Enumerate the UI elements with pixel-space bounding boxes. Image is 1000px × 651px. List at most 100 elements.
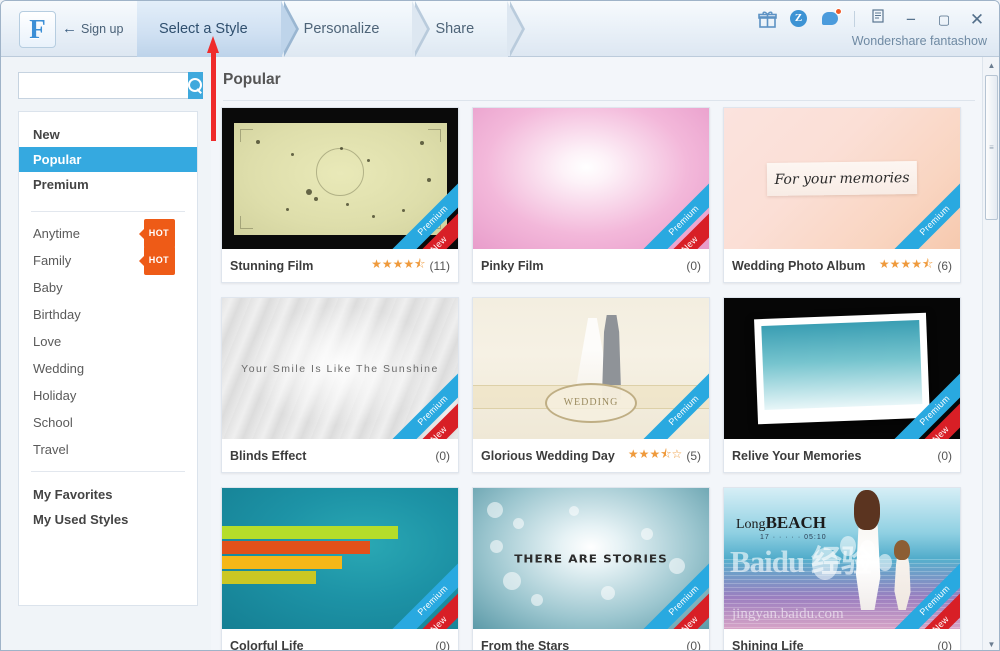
- logo-letter: F: [29, 14, 46, 44]
- sidebar-item-my-used-styles[interactable]: My Used Styles: [19, 507, 197, 532]
- step-label: Personalize: [303, 21, 380, 37]
- scroll-down-arrow-icon[interactable]: ▼: [983, 636, 999, 650]
- sidebar-item-label: My Favorites: [33, 487, 113, 502]
- close-button[interactable]: ✕: [967, 10, 987, 29]
- title-divider: [223, 100, 975, 101]
- style-card-relive-your-memories[interactable]: Premium New Relive Your Memories (0): [723, 297, 961, 473]
- titlebar-icon-cluster: Z − ▢ ✕: [758, 7, 987, 29]
- style-card-footer: Shining Life (0): [724, 629, 960, 651]
- style-name: Colorful Life: [230, 638, 304, 651]
- thumbnail-art-film: [233, 122, 447, 235]
- style-thumbnail: For your memories Premium: [724, 108, 960, 249]
- sidebar-item-my-favorites[interactable]: My Favorites: [19, 482, 197, 507]
- sign-up-button[interactable]: ← Sign up: [62, 21, 123, 36]
- style-card-blinds-effect[interactable]: Your Smile Is Like The Sunshine Premium …: [221, 297, 459, 473]
- style-card-pinky-film[interactable]: Premium New Pinky Film (0): [472, 107, 710, 283]
- sidebar-item-label: Love: [33, 334, 62, 349]
- style-rating: (0): [682, 259, 701, 273]
- star-rating-icon: ★★★★⯪: [878, 257, 934, 271]
- divider: [854, 11, 855, 27]
- style-thumbnail: Premium New: [222, 108, 458, 249]
- thumbnail-art-child-hair: [893, 540, 910, 560]
- maximize-button[interactable]: ▢: [934, 10, 954, 29]
- style-card-stunning-film[interactable]: Premium New Stunning Film ★★★★⯪ (11): [221, 107, 459, 283]
- zeta-letter: Z: [790, 9, 807, 27]
- thumbnail-art-title: LongBEACH: [736, 513, 826, 533]
- style-card-glorious-wedding-day[interactable]: WEDDING Premium Glorious Wedding Day ★★★…: [472, 297, 710, 473]
- thumbnail-art-text: THERE ARE STORIES: [514, 552, 668, 565]
- style-name: Wedding Photo Album: [732, 258, 866, 273]
- search-button[interactable]: [188, 72, 203, 99]
- sidebar-item-popular[interactable]: Popular: [19, 147, 197, 172]
- style-rating: ★★★⯪☆ (5): [628, 445, 701, 466]
- thumbnail-art-text: For your memories: [774, 169, 910, 188]
- sidebar-item-school[interactable]: School: [19, 409, 197, 436]
- sidebar-item-wedding[interactable]: Wedding: [19, 355, 197, 382]
- rating-count: (0): [435, 638, 450, 651]
- vertical-scrollbar[interactable]: ▲ ≡ ▼: [982, 57, 999, 650]
- sidebar-item-label: Baby: [33, 280, 63, 295]
- zeta-account-icon[interactable]: Z: [790, 9, 809, 29]
- style-name: Shining Life: [732, 638, 804, 651]
- style-card-footer: Blinds Effect (0): [222, 439, 458, 472]
- sidebar-item-anytime[interactable]: Anytime HOT: [19, 219, 197, 248]
- step-personalize[interactable]: Personalize: [281, 1, 431, 57]
- step-select-a-style[interactable]: Select a Style: [137, 1, 299, 57]
- thumbnail-art-polaroid: [754, 312, 930, 425]
- style-thumbnail: LongBEACH 17 · · · · · 05:10 Baidu 经验 ji…: [724, 488, 960, 629]
- style-card-shining-life[interactable]: LongBEACH 17 · · · · · 05:10 Baidu 经验 ji…: [723, 487, 961, 651]
- sidebar-item-label: Premium: [33, 177, 89, 192]
- style-thumbnail: Premium New: [473, 108, 709, 249]
- style-card-wedding-photo-album[interactable]: For your memories Premium Wedding Photo …: [723, 107, 961, 283]
- scroll-up-arrow-icon[interactable]: ▲: [983, 57, 999, 73]
- thumbnail-art-text: Your Smile Is Like The Sunshine: [241, 362, 439, 375]
- thumbnail-art-text-long: Long: [736, 517, 766, 532]
- sidebar-item-new[interactable]: New: [19, 122, 197, 147]
- sidebar-item-holiday[interactable]: Holiday: [19, 382, 197, 409]
- style-name: Stunning Film: [230, 258, 314, 273]
- style-card-footer: Pinky Film (0): [473, 249, 709, 282]
- notification-dot: [835, 7, 842, 15]
- watermark-baidu: Baidu 经验: [730, 544, 872, 579]
- style-thumbnail: Premium New: [222, 488, 458, 629]
- sidebar-item-label: My Used Styles: [33, 512, 129, 527]
- hot-badge: HOT: [143, 246, 175, 275]
- sidebar-item-label: New: [33, 127, 60, 142]
- style-card-colorful-life[interactable]: Premium New Colorful Life (0): [221, 487, 459, 651]
- sidebar-item-baby[interactable]: Baby: [19, 274, 197, 301]
- style-rating: (0): [431, 639, 450, 651]
- gift-icon[interactable]: [758, 10, 777, 29]
- search-input[interactable]: [18, 72, 188, 99]
- style-card-footer: Colorful Life (0): [222, 629, 458, 651]
- sidebar-item-label: Wedding: [33, 361, 85, 376]
- sidebar-item-family[interactable]: Family HOT: [19, 246, 197, 275]
- sidebar-item-love[interactable]: Love: [19, 328, 197, 355]
- style-name: Blinds Effect: [230, 448, 307, 463]
- style-card-from-the-stars[interactable]: THERE ARE STORIES Premium New From the S…: [472, 487, 710, 651]
- sidebar-item-label: School: [33, 415, 73, 430]
- style-thumbnail: Your Smile Is Like The Sunshine Premium …: [222, 298, 458, 439]
- star-rating-icon: ★★★★⯪: [371, 257, 426, 271]
- document-icon[interactable]: [868, 9, 888, 29]
- sidebar-item-premium[interactable]: Premium: [19, 172, 197, 197]
- sidebar-item-label: Family: [33, 253, 72, 268]
- style-name: Relive Your Memories: [732, 448, 862, 463]
- sidebar-item-travel[interactable]: Travel: [19, 436, 197, 463]
- minimize-button[interactable]: −: [901, 11, 921, 28]
- sidebar: New Popular Premium Anytime HOT Family H…: [1, 57, 211, 650]
- style-name: From the Stars: [481, 638, 570, 651]
- hot-badge: HOT: [143, 219, 175, 248]
- rating-count: (0): [937, 448, 952, 463]
- style-rating: (0): [933, 449, 952, 463]
- message-bubble-icon[interactable]: [822, 7, 842, 29]
- scrollbar-thumb[interactable]: ≡: [985, 75, 998, 220]
- search-icon: [188, 78, 203, 93]
- sidebar-bottom-group: My Favorites My Used Styles: [19, 480, 197, 532]
- style-name: Pinky Film: [481, 258, 544, 273]
- sidebar-item-birthday[interactable]: Birthday: [19, 301, 197, 328]
- star-rating-icon: ★★★⯪☆: [627, 447, 683, 461]
- style-card-footer: Glorious Wedding Day ★★★⯪☆ (5): [473, 439, 709, 472]
- thumbnail-art-emblem: WEDDING: [545, 382, 637, 423]
- thumbnail-art-paper: For your memories: [766, 160, 918, 197]
- style-card-footer: Wedding Photo Album ★★★★⯪ (6): [724, 249, 960, 282]
